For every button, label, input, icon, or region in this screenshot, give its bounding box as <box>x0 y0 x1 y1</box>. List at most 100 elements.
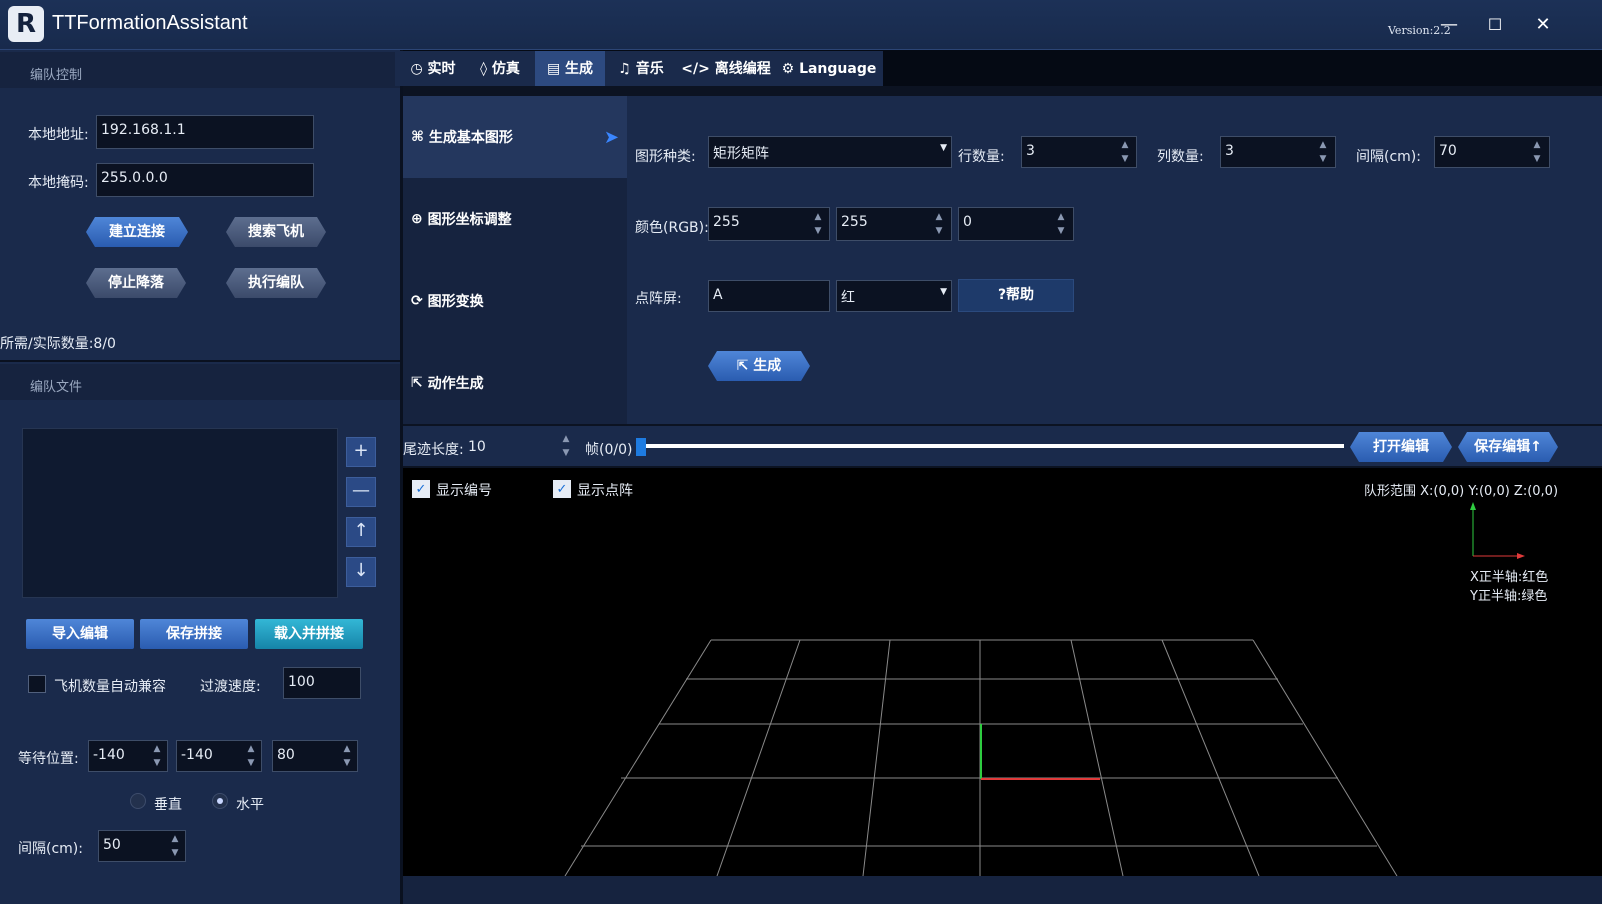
spin-arrows-icon[interactable]: ▲ ▼ <box>555 432 577 460</box>
subnav-label: 生成基本图形 <box>428 130 513 146</box>
dot-matrix-label: 点阵屏: <box>635 291 682 307</box>
diamond-icon: ◊ <box>480 61 488 77</box>
gear-icon: ⚙ <box>781 61 795 77</box>
spin-arrows-icon[interactable]: ▲ ▼ <box>807 210 829 238</box>
external-link-icon: ⇱ <box>736 358 749 374</box>
subnav-basic-shape[interactable]: ⌘ 生成基本图形 ➤ <box>403 96 627 178</box>
show-ids-label: 显示编号 <box>436 483 492 499</box>
generate-button-label: 生成 <box>753 358 782 374</box>
code-icon: </> <box>681 61 710 77</box>
subnav-coordinate-adjust[interactable]: ⊕ 图形坐标调整 <box>403 178 627 260</box>
subnav-action-generate[interactable]: ⇱ 动作生成 <box>403 342 627 424</box>
shape-type-value: 矩形矩阵 <box>713 146 769 162</box>
tab-language[interactable]: ⚙ Language <box>776 51 882 86</box>
spin-arrows-icon[interactable]: ▲ ▼ <box>146 742 168 770</box>
help-button[interactable]: ?帮助 <box>958 279 1074 312</box>
tab-offline-programming[interactable]: </> 离线编程 <box>678 51 774 86</box>
trail-length-value[interactable]: 10 <box>468 439 486 455</box>
spin-arrows-icon[interactable]: ▲ ▼ <box>164 832 186 860</box>
show-ids-checkbox[interactable]: ✓ <box>412 480 430 498</box>
tab-label: Language <box>799 61 877 77</box>
chevron-down-icon: ▼ <box>940 143 947 153</box>
tab-realtime[interactable]: ◷ 实时 <box>400 51 466 86</box>
save-edit-button[interactable]: 保存编辑↑ <box>1458 432 1558 462</box>
spacing-label: 间隔(cm): <box>18 841 83 857</box>
shape-type-label: 图形种类: <box>635 149 696 165</box>
dot-matrix-input[interactable]: A <box>708 280 830 312</box>
local-address-input[interactable]: 192.168.1.1 <box>96 115 314 149</box>
shape-icon: ⌘ <box>411 129 424 145</box>
stop-land-button[interactable]: 停止降落 <box>86 268 186 298</box>
open-edit-button[interactable]: 打开编辑 <box>1350 432 1452 462</box>
tab-label: 实时 <box>427 61 456 77</box>
dot-color-select[interactable]: 红 ▼ <box>836 280 952 312</box>
add-icon[interactable]: + <box>346 437 376 467</box>
frame-slider-handle[interactable] <box>636 438 646 456</box>
app-logo-icon: R <box>8 6 44 42</box>
frame-slider-track[interactable] <box>640 444 1344 448</box>
document-icon: ▤ <box>546 61 561 77</box>
search-aircraft-button[interactable]: 搜索飞机 <box>226 217 326 247</box>
show-matrix-label: 显示点阵 <box>577 483 633 499</box>
title-bar: R TTFormationAssistant Version:2.2 — ☐ ✕ <box>0 0 1602 50</box>
music-icon: ♫ <box>618 61 631 77</box>
tab-label: 音乐 <box>635 61 664 77</box>
count-status: 所需/实际数量:8/0 <box>0 336 116 352</box>
local-address-label: 本地地址: <box>28 127 89 143</box>
maximize-icon[interactable]: ☐ <box>1484 14 1506 36</box>
spin-arrows-icon[interactable]: ▲ ▼ <box>1526 138 1548 166</box>
tab-simulation[interactable]: ◊ 仿真 <box>466 51 534 86</box>
color-rgb-label: 颜色(RGB): <box>635 220 709 236</box>
formation-file-list[interactable] <box>22 428 338 598</box>
close-icon[interactable]: ✕ <box>1532 14 1554 36</box>
chevron-down-icon: ▼ <box>940 287 947 297</box>
crosshair-icon: ⊕ <box>411 211 423 227</box>
spin-arrows-icon[interactable]: ▲ ▼ <box>1312 138 1334 166</box>
minimize-icon[interactable]: — <box>1438 14 1460 36</box>
spin-arrows-icon[interactable]: ▲ ▼ <box>336 742 358 770</box>
cols-label: 列数量: <box>1157 149 1204 165</box>
frame-label: 帧(0/0) <box>585 442 633 458</box>
spin-arrows-icon[interactable]: ▲ ▼ <box>1114 138 1136 166</box>
horizontal-label: 水平 <box>236 797 264 813</box>
generate-button[interactable]: ⇱ 生成 <box>708 351 810 381</box>
tab-label: 仿真 <box>491 61 520 77</box>
panel-divider <box>0 360 400 362</box>
remove-icon[interactable]: — <box>346 477 376 507</box>
load-splice-button[interactable]: 载入并拼接 <box>255 619 363 649</box>
3d-viewport[interactable] <box>403 468 1602 877</box>
tab-generate[interactable]: ▤ 生成 <box>535 51 605 86</box>
spin-arrows-icon[interactable]: ▲ ▼ <box>1050 210 1072 238</box>
move-down-icon[interactable]: ↓ <box>346 557 376 587</box>
tab-label: 离线编程 <box>714 61 771 77</box>
execute-formation-button[interactable]: 执行编队 <box>226 268 326 298</box>
transition-speed-label: 过渡速度: <box>200 679 261 695</box>
x-axis-legend: X正半轴:红色 <box>1470 570 1549 585</box>
import-edit-button[interactable]: 导入编辑 <box>26 619 134 649</box>
bottom-strip <box>403 876 1602 904</box>
show-matrix-checkbox[interactable]: ✓ <box>553 480 571 498</box>
subnav-shape-transform[interactable]: ⟳ 图形变换 <box>403 260 627 342</box>
spin-arrows-icon[interactable]: ▲ ▼ <box>240 742 262 770</box>
transition-speed-input[interactable]: 100 <box>283 667 361 699</box>
tab-label: 生成 <box>565 61 594 77</box>
move-up-icon[interactable]: ↑ <box>346 517 376 547</box>
vertical-radio[interactable] <box>130 793 146 809</box>
auto-compat-label: 飞机数量自动兼容 <box>54 679 166 695</box>
formation-range: 队形范围 X:(0,0) Y:(0,0) Z:(0,0) <box>1364 484 1559 499</box>
subnav-label: 图形坐标调整 <box>427 212 512 228</box>
connect-button[interactable]: 建立连接 <box>86 217 188 247</box>
y-axis-legend: Y正半轴:绿色 <box>1470 589 1548 604</box>
auto-compat-checkbox[interactable] <box>28 675 46 693</box>
horizontal-radio[interactable] <box>212 793 228 809</box>
external-link-icon: ⇱ <box>411 375 423 391</box>
shape-type-select[interactable]: 矩形矩阵 ▼ <box>708 136 952 168</box>
local-mask-input[interactable]: 255.0.0.0 <box>96 163 314 197</box>
arrow-right-icon: ➤ <box>603 126 619 148</box>
spin-arrows-icon[interactable]: ▲ ▼ <box>928 210 950 238</box>
app-title: TTFormationAssistant <box>52 12 248 34</box>
save-splice-button[interactable]: 保存拼接 <box>140 619 248 649</box>
vertical-label: 垂直 <box>154 797 182 813</box>
wait-position-label: 等待位置: <box>18 751 79 767</box>
tab-music[interactable]: ♫ 音乐 <box>606 51 676 86</box>
